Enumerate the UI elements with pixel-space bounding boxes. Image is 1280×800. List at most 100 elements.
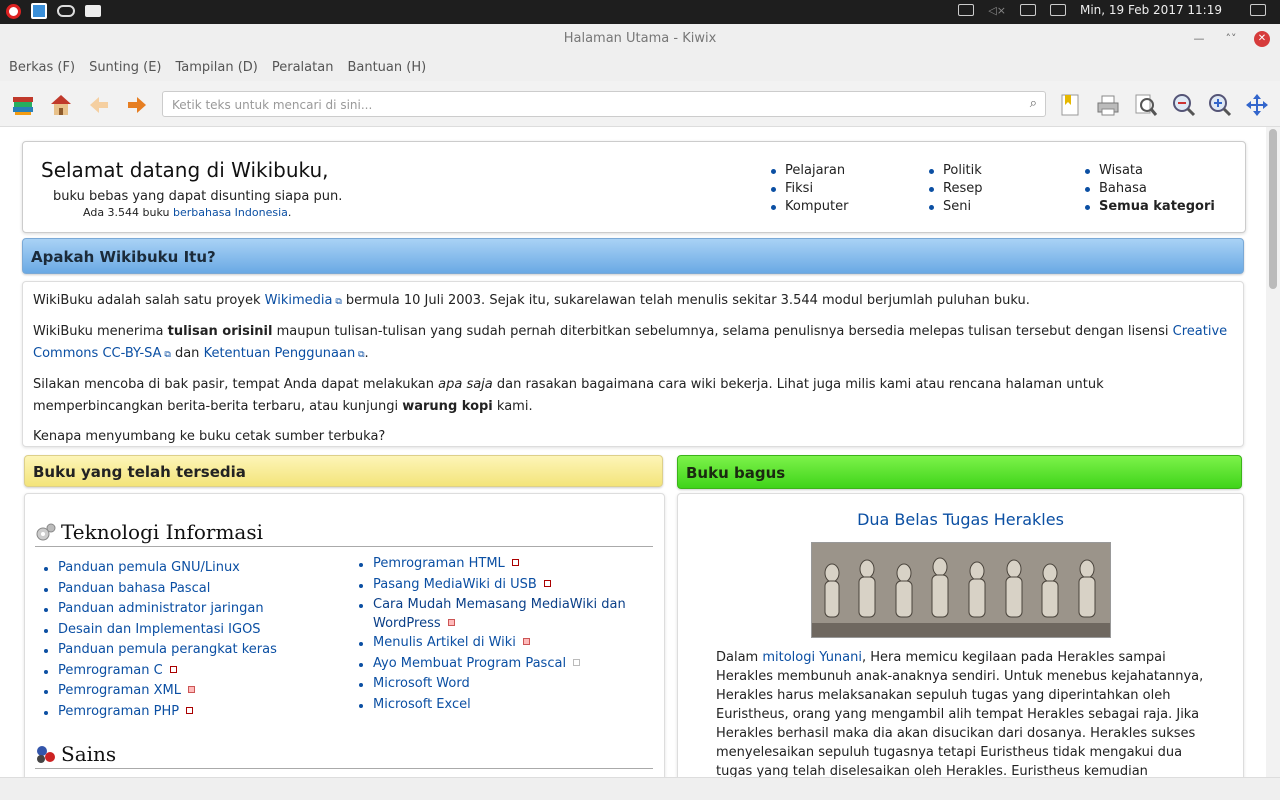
search-icon[interactable]: ⌕ — [1030, 96, 1037, 111]
vertical-scrollbar[interactable] — [1266, 127, 1280, 777]
cloud-icon[interactable] — [57, 5, 75, 17]
book-link-text[interactable]: Panduan pemula perangkat keras — [58, 642, 277, 657]
category-resep[interactable]: Resep — [929, 180, 982, 198]
about-p2-text-2: maupun tulisan-tulisan yang sudah pernah… — [272, 324, 1173, 339]
category-wisata[interactable]: Wisata — [1085, 162, 1215, 180]
bookmark-icon[interactable] — [1058, 93, 1082, 117]
menu-bar: Berkas (F) Sunting (E) Tampilan (D) Pera… — [0, 54, 1280, 81]
opera-icon[interactable] — [6, 4, 21, 19]
menu-sunting[interactable]: Sunting (E) — [89, 54, 161, 81]
progress-icon — [186, 706, 194, 714]
zoom-out-icon[interactable] — [1172, 93, 1196, 117]
page-content[interactable]: Selamat datang di Wikibuku, buku bebas y… — [0, 127, 1266, 777]
category-all[interactable]: Semua kategori — [1085, 198, 1215, 216]
fullscreen-icon[interactable] — [1245, 93, 1269, 117]
book-link-text[interactable]: Pasang MediaWiki di USB — [373, 577, 537, 592]
app-icon[interactable] — [31, 3, 47, 19]
about-p3-bold: warung kopi — [402, 399, 493, 414]
book-link-text[interactable]: Microsoft Excel — [373, 697, 471, 712]
book-link[interactable]: Pemrograman HTML — [359, 554, 639, 575]
book-link-text[interactable]: Panduan administrator jaringan — [58, 601, 264, 616]
maximize-button[interactable]: ˄˅ — [1222, 24, 1240, 54]
book-link[interactable]: Panduan pemula GNU/Linux — [44, 558, 334, 579]
book-link[interactable]: Pasang MediaWiki di USB — [359, 575, 639, 596]
molecule-icon — [35, 744, 57, 764]
about-paragraph-4: Kenapa menyumbang ke buku cetak sumber t… — [33, 429, 386, 444]
keyboard-icon[interactable] — [958, 4, 975, 16]
category-seni[interactable]: Seni — [929, 198, 982, 216]
category-komputer[interactable]: Komputer — [771, 198, 848, 216]
about-paragraph-3: Silakan mencoba di bak pasir, tempat And… — [33, 374, 1233, 418]
home-icon[interactable] — [49, 93, 73, 117]
book-link-text[interactable]: Cara Mudah Memasang MediaWiki dan WordPr… — [373, 597, 626, 631]
book-link[interactable]: Desain dan Implementasi IGOS — [44, 620, 334, 641]
forward-arrow-icon[interactable] — [125, 93, 149, 117]
window-titlebar: Halaman Utama - Kiwix — ˄˅ ✕ — [0, 24, 1280, 54]
book-link-text[interactable]: Panduan bahasa Pascal — [58, 581, 210, 596]
notification-icon[interactable] — [1250, 4, 1266, 16]
category-politik[interactable]: Politik — [929, 162, 982, 180]
close-button[interactable]: ✕ — [1254, 31, 1270, 47]
category-pelajaran[interactable]: Pelajaran — [771, 162, 848, 180]
progress-icon — [573, 658, 581, 666]
book-link-text[interactable]: Pemrograman XML — [58, 683, 181, 698]
book-link[interactable]: Ayo Membuat Program Pascal — [359, 654, 639, 675]
status-bar — [0, 777, 1280, 800]
book-link-text[interactable]: Desain dan Implementasi IGOS — [58, 622, 261, 637]
book-link[interactable]: Panduan bahasa Pascal — [44, 579, 334, 600]
book-link-text[interactable]: Ayo Membuat Program Pascal — [373, 656, 566, 671]
gears-icon — [35, 522, 57, 542]
featured-book-summary: Dalam mitologi Yunani, Hera memicu kegil… — [716, 648, 1208, 777]
search-input[interactable] — [163, 92, 994, 118]
wikimedia-link[interactable]: Wikimedia — [265, 293, 333, 308]
about-box: WikiBuku adalah salah satu proyek Wikime… — [22, 281, 1244, 447]
book-link[interactable]: Microsoft Word — [359, 674, 639, 695]
folder-icon[interactable] — [85, 5, 101, 17]
menu-bantuan[interactable]: Bantuan (H) — [347, 54, 426, 81]
category-bahasa[interactable]: Bahasa — [1085, 180, 1215, 198]
book-link-text[interactable]: Pemrograman C — [58, 663, 163, 678]
menu-tampilan[interactable]: Tampilan (D) — [175, 54, 257, 81]
book-link-text[interactable]: Panduan pemula GNU/Linux — [58, 560, 240, 575]
available-books-panel: Teknologi Informasi Panduan pemula GNU/L… — [24, 493, 665, 777]
minimize-button[interactable]: — — [1190, 24, 1208, 54]
book-link-text[interactable]: Menulis Artikel di Wiki — [373, 635, 516, 650]
book-link[interactable]: Pemrograman PHP — [44, 702, 334, 723]
zoom-in-icon[interactable] — [1208, 93, 1232, 117]
print-icon[interactable] — [1096, 93, 1120, 117]
book-link[interactable]: Pemrograman C — [44, 661, 334, 682]
book-link[interactable]: Panduan administrator jaringan — [44, 599, 334, 620]
welcome-box: Selamat datang di Wikibuku, buku bebas y… — [22, 141, 1246, 233]
library-icon[interactable] — [11, 93, 35, 117]
book-link[interactable]: Cara Mudah Memasang MediaWiki dan WordPr… — [359, 595, 639, 633]
book-link[interactable]: Microsoft Excel — [359, 695, 639, 716]
featured-book-header: Buku bagus — [677, 455, 1242, 489]
window-title: Halaman Utama - Kiwix — [563, 31, 717, 46]
book-link-text[interactable]: Pemrograman PHP — [58, 704, 179, 719]
section-title-it: Teknologi Informasi — [35, 520, 653, 547]
scrollbar-thumb[interactable] — [1269, 129, 1277, 289]
book-link-text[interactable]: Pemrograman HTML — [373, 556, 505, 571]
book-link[interactable]: Panduan pemula perangkat keras — [44, 640, 334, 661]
welcome-title: Selamat datang di Wikibuku, — [41, 158, 329, 182]
menu-berkas[interactable]: Berkas (F) — [9, 54, 75, 81]
greek-mythology-link[interactable]: mitologi Yunani — [762, 650, 862, 665]
book-count: Ada 3.544 buku berbahasa Indonesia. — [83, 206, 291, 219]
back-arrow-icon[interactable] — [87, 93, 111, 117]
menu-peralatan[interactable]: Peralatan — [272, 54, 334, 81]
category-fiksi[interactable]: Fiksi — [771, 180, 848, 198]
search-box[interactable]: ⌕ — [162, 91, 1046, 118]
network-icon[interactable] — [1049, 4, 1066, 16]
terms-link[interactable]: Ketentuan Penggunaan — [204, 346, 356, 361]
find-in-page-icon[interactable] — [1134, 93, 1158, 117]
language-link[interactable]: berbahasa Indonesia — [173, 206, 288, 219]
clock[interactable]: Min, 19 Feb 2017 11:19 — [1080, 3, 1222, 17]
herakles-relief-image[interactable] — [811, 542, 1111, 638]
progress-icon — [511, 559, 519, 566]
featured-book-title[interactable]: Dua Belas Tugas Herakles — [678, 510, 1243, 529]
battery-icon[interactable] — [1019, 4, 1036, 16]
book-link[interactable]: Pemrograman XML — [44, 681, 334, 702]
book-link[interactable]: Menulis Artikel di Wiki — [359, 633, 639, 654]
book-link-text[interactable]: Microsoft Word — [373, 676, 470, 691]
mute-icon[interactable]: ◁× — [988, 4, 1006, 17]
